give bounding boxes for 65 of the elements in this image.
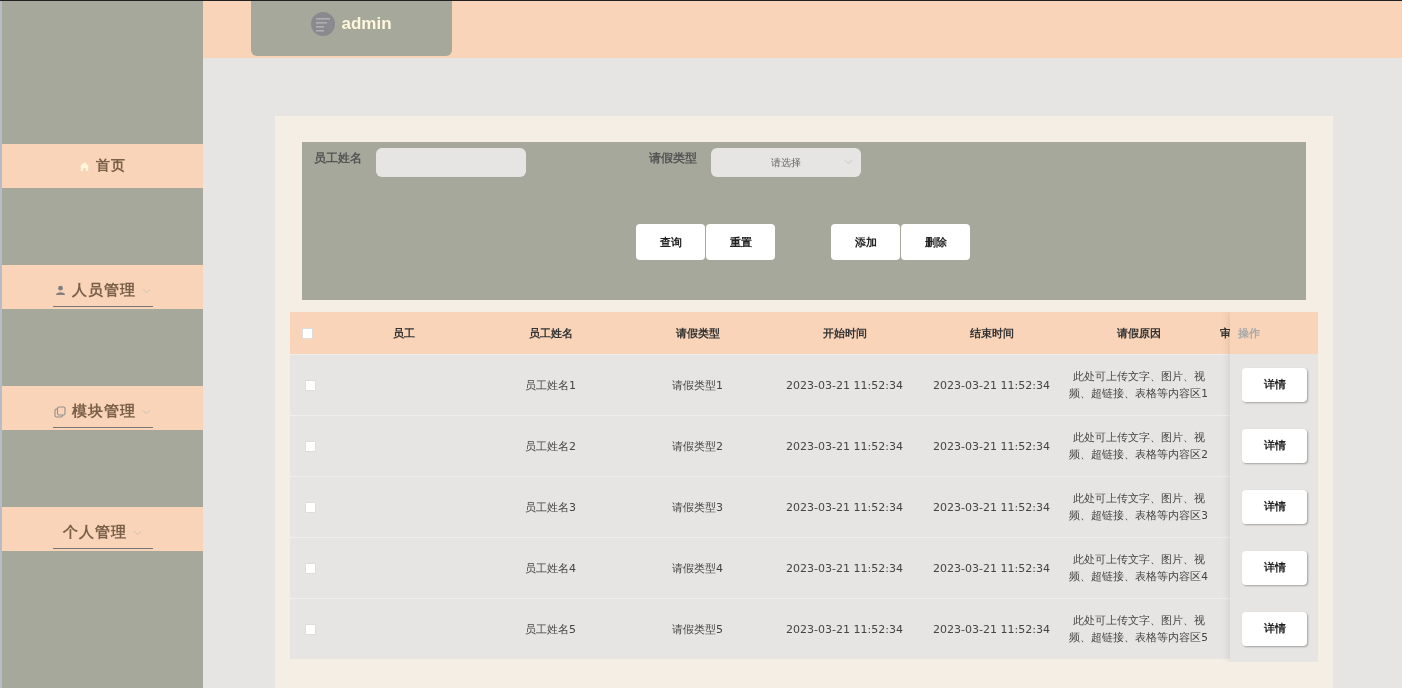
checkbox[interactable] bbox=[305, 379, 316, 391]
table-cell: 2023-03-21 11:52:34 bbox=[786, 378, 903, 392]
action-button[interactable]: 查询 bbox=[636, 224, 705, 260]
field-label: 员工姓名 bbox=[314, 150, 362, 167]
column-header: 员工姓名 bbox=[528, 325, 573, 341]
home-icon bbox=[79, 160, 90, 172]
details-button[interactable]: 详情 bbox=[1242, 428, 1307, 463]
table-cell: 员工姓名1 bbox=[525, 377, 576, 393]
sidebar-item[interactable]: 首页 bbox=[2, 144, 203, 188]
table-cell-text: 此处可上传文字、图片、视频、超链接、表格等内容区3 bbox=[1068, 491, 1209, 523]
table-cell: 员工姓名3 bbox=[525, 499, 576, 515]
table-cell-text: 此处可上传文字、图片、视频、超链接、表格等内容区1 bbox=[1068, 369, 1209, 401]
text-field[interactable] bbox=[376, 148, 526, 177]
table-cell: 员工姓名4 bbox=[525, 560, 576, 576]
field-label: 请假类型 bbox=[649, 150, 697, 167]
table-cell-text: 此处可上传文字、图片、视频、超链接、表格等内容区5 bbox=[1068, 613, 1209, 645]
action-button[interactable]: 删除 bbox=[901, 224, 970, 260]
table-cell: 2023-03-21 11:52:34 bbox=[933, 439, 1050, 453]
column-header: 审 bbox=[1220, 325, 1231, 341]
action-button[interactable]: 重置 bbox=[706, 224, 775, 260]
details-button[interactable]: 详情 bbox=[1242, 611, 1307, 646]
table-cell-text: 此处可上传文字、图片、视频、超链接、表格等内容区4 bbox=[1068, 552, 1209, 584]
sidebar-item[interactable]: 人员管理 bbox=[2, 265, 203, 309]
table-cell: 2023-03-21 11:52:34 bbox=[933, 378, 1050, 392]
checkbox[interactable] bbox=[305, 501, 316, 513]
column-header: 结束时间 bbox=[969, 325, 1014, 341]
details-button[interactable]: 详情 bbox=[1242, 550, 1307, 585]
column-header: 操作 bbox=[1238, 325, 1260, 341]
table-cell: 2023-03-21 11:52:34 bbox=[933, 561, 1050, 575]
chevron-icon bbox=[133, 529, 142, 536]
chevron-icon bbox=[141, 287, 151, 294]
table-cell: 请假类型1 bbox=[672, 377, 723, 393]
column-header: 员工 bbox=[392, 325, 415, 341]
sidebar-item[interactable]: 个人管理 bbox=[2, 507, 203, 551]
checkbox[interactable] bbox=[302, 327, 313, 339]
table-cell: 请假类型2 bbox=[672, 438, 723, 454]
table-cell: 请假类型3 bbox=[672, 499, 723, 515]
table-cell: 2023-03-21 11:52:34 bbox=[933, 622, 1050, 636]
table-cell: 2023-03-21 11:52:34 bbox=[786, 439, 903, 453]
checkbox[interactable] bbox=[305, 623, 316, 635]
action-button[interactable]: 添加 bbox=[831, 224, 900, 260]
column-header: 请假原因 bbox=[1116, 325, 1161, 341]
checkbox[interactable] bbox=[305, 440, 316, 452]
avatar-icon bbox=[311, 11, 336, 36]
table-cell: 请假类型5 bbox=[672, 621, 723, 637]
copy-icon bbox=[54, 405, 66, 418]
person-icon bbox=[54, 285, 66, 296]
column-header: 开始时间 bbox=[822, 325, 867, 341]
table-cell: 2023-03-21 11:52:34 bbox=[786, 500, 903, 514]
sidebar-item[interactable]: 模块管理 bbox=[2, 386, 203, 430]
table-cell: 2023-03-21 11:52:34 bbox=[933, 500, 1050, 514]
table-cell: 员工姓名5 bbox=[525, 621, 576, 637]
select-field[interactable]: 请选择 bbox=[711, 148, 861, 177]
table-cell: 请假类型4 bbox=[672, 560, 723, 576]
table-cell: 2023-03-21 11:52:34 bbox=[786, 561, 903, 575]
details-button[interactable]: 详情 bbox=[1242, 489, 1307, 524]
details-button[interactable]: 详情 bbox=[1242, 367, 1307, 402]
column-header: 请假类型 bbox=[675, 325, 720, 341]
username: admin bbox=[341, 13, 392, 34]
chevron-icon bbox=[142, 408, 151, 415]
table-cell: 2023-03-21 11:52:34 bbox=[786, 622, 903, 636]
chevron-icon bbox=[844, 159, 853, 165]
table-cell: 员工姓名2 bbox=[525, 438, 576, 454]
checkbox[interactable] bbox=[305, 562, 316, 574]
table-cell-text: 此处可上传文字、图片、视频、超链接、表格等内容区2 bbox=[1068, 430, 1209, 462]
